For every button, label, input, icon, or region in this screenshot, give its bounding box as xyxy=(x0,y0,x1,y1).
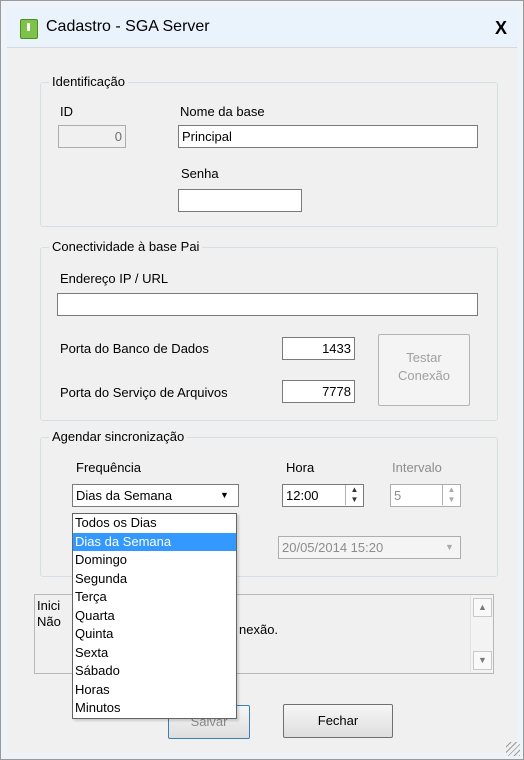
testar-conexao-line2: Conexão xyxy=(397,368,451,383)
hora-spinner[interactable]: ▲ ▼ xyxy=(345,485,363,505)
senha-input[interactable] xyxy=(178,189,302,212)
frequencia-combo[interactable]: Dias da Semana xyxy=(72,484,239,507)
dropdown-option[interactable]: Dias da Semana xyxy=(73,532,236,551)
close-button[interactable]: X xyxy=(489,17,513,41)
frequencia-dropdown-arrow-icon[interactable]: ▼ xyxy=(216,486,233,505)
window-title: Cadastro - SGA Server xyxy=(46,18,210,35)
endereco-label: Endereço IP / URL xyxy=(60,271,169,286)
testar-conexao-button[interactable]: Testar Conexão xyxy=(378,334,470,406)
porta-arquivos-input[interactable]: 7778 xyxy=(282,380,355,403)
data-hora-picker: 20/05/2014 15:20 xyxy=(278,536,461,559)
frequencia-label: Frequência xyxy=(76,460,142,475)
dropdown-option[interactable]: Todos os Dias xyxy=(73,514,236,533)
nome-da-base-label: Nome da base xyxy=(180,104,265,119)
dropdown-option[interactable]: Terça xyxy=(73,588,236,607)
intervalo-label: Intervalo xyxy=(392,460,442,475)
scroll-up-icon[interactable]: ▲ xyxy=(473,598,492,617)
fechar-button[interactable]: Fechar xyxy=(283,704,393,738)
frequencia-dropdown-list[interactable]: Todos os Dias Dias da Semana Domingo Segund… xyxy=(72,513,237,719)
senha-label: Senha xyxy=(181,166,219,181)
dropdown-option[interactable]: Quinta xyxy=(73,625,236,644)
frequencia-value: Dias da Semana xyxy=(76,488,173,503)
group-conectividade-legend: Conectividade à base Pai xyxy=(49,239,203,255)
log-line-2-start: Não xyxy=(37,614,61,629)
porta-banco-input[interactable]: 1433 xyxy=(282,337,355,360)
nome-da-base-input[interactable]: Principal xyxy=(178,125,478,148)
dropdown-option[interactable]: Horas xyxy=(73,681,236,700)
scroll-down-icon[interactable]: ▼ xyxy=(473,651,492,670)
log-scrollbar[interactable]: ▲ ▼ xyxy=(470,596,493,672)
resize-grip-icon[interactable] xyxy=(506,742,520,756)
data-hora-value: 20/05/2014 15:20 xyxy=(282,540,384,555)
dropdown-option[interactable]: Sábado xyxy=(73,662,236,681)
spin-down-icon[interactable]: ▼ xyxy=(346,495,363,505)
spin-down-icon: ▼ xyxy=(447,495,456,504)
testar-conexao-line1: Testar xyxy=(406,350,442,365)
porta-arquivos-label: Porta do Serviço de Arquivos xyxy=(60,385,228,400)
dropdown-option[interactable]: Segunda xyxy=(73,570,236,589)
group-agendar-legend: Agendar sincronização xyxy=(49,429,188,445)
hora-label: Hora xyxy=(286,460,315,475)
id-field: 0 xyxy=(58,125,126,148)
dropdown-option[interactable]: Domingo xyxy=(73,551,236,570)
endereco-input[interactable] xyxy=(57,293,478,316)
dropdown-option[interactable]: Sexta xyxy=(73,644,236,663)
porta-banco-label: Porta do Banco de Dados xyxy=(60,341,209,356)
log-line-2-end: nexão. xyxy=(239,622,279,637)
date-dropdown-arrow-icon: ▼ xyxy=(445,542,454,552)
dropdown-option[interactable]: Quarta xyxy=(73,607,236,626)
id-label: ID xyxy=(60,104,73,119)
spin-up-icon: ▲ xyxy=(447,485,456,494)
dropdown-option[interactable]: Minutos xyxy=(73,699,236,718)
log-line-1: Inici xyxy=(37,598,61,613)
intervalo-spinner: ▲ ▼ xyxy=(442,485,460,505)
spin-up-icon[interactable]: ▲ xyxy=(346,485,363,495)
group-identificacao-legend: Identificação xyxy=(49,74,128,90)
app-icon xyxy=(20,19,38,39)
